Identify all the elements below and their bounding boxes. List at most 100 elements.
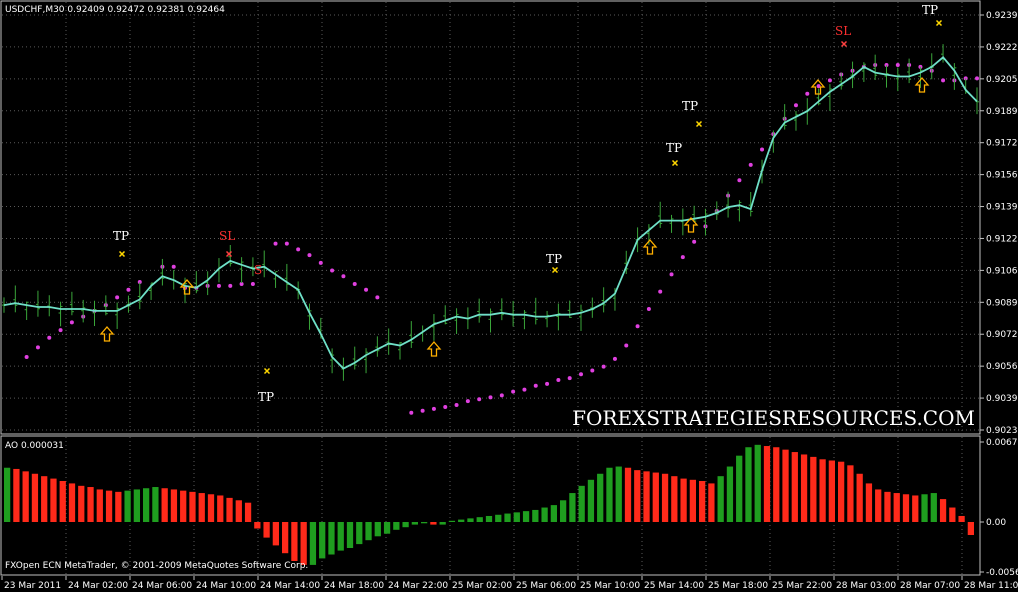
- ao-bar: [550, 505, 557, 522]
- ao-bar: [708, 483, 715, 522]
- tp-label: TP: [546, 252, 562, 266]
- ao-bar: [652, 472, 659, 522]
- sar-dot: [533, 383, 538, 388]
- ao-bar: [680, 478, 687, 522]
- ao-bar: [180, 490, 187, 522]
- sar-dot: [284, 241, 289, 246]
- ao-bar: [50, 478, 57, 522]
- ao-bar: [569, 493, 576, 522]
- ao-tick-label: 0.00676: [986, 438, 1018, 448]
- sar-dot: [330, 268, 335, 273]
- sar-dot: [250, 281, 255, 286]
- ao-bar: [763, 446, 771, 522]
- sar-dot: [454, 403, 459, 408]
- price-tick-label: 0.90890: [986, 298, 1018, 308]
- ao-bar: [272, 522, 279, 546]
- sar-dot: [35, 345, 40, 350]
- tp-label: TP: [258, 390, 274, 404]
- ao-bar: [198, 493, 205, 522]
- ao-bar: [541, 507, 548, 522]
- ao-bar: [319, 522, 326, 559]
- ao-bar: [773, 447, 780, 522]
- ao-bar: [402, 522, 409, 528]
- ao-bar: [143, 488, 150, 522]
- ao-bar: [170, 489, 178, 522]
- ao-bar: [717, 476, 724, 522]
- sar-dot: [115, 295, 120, 300]
- ao-bar: [421, 522, 428, 524]
- time-tick-label: 23 Mar 2011: [4, 581, 61, 591]
- ao-bar: [476, 517, 483, 522]
- sar-dot: [216, 283, 221, 288]
- sar-dot: [793, 103, 798, 108]
- ao-bar: [115, 491, 122, 522]
- sar-dot: [511, 389, 516, 394]
- ao-bar: [87, 487, 94, 522]
- ao-bar: [41, 476, 48, 522]
- sar-dot: [895, 62, 900, 67]
- ao-bar: [161, 488, 168, 522]
- time-tick-label: 25 Mar 10:00: [580, 581, 640, 591]
- sar-dot: [47, 335, 52, 340]
- ao-bar: [254, 522, 261, 529]
- ao-bar: [439, 522, 446, 525]
- sar-dot: [624, 343, 629, 348]
- ao-bar: [374, 522, 381, 537]
- ao-bar: [365, 522, 372, 541]
- ao-bar: [458, 519, 465, 522]
- sl-label: SL: [219, 229, 235, 243]
- ao-bar: [597, 473, 604, 522]
- price-tick-label: 0.91560: [986, 171, 1018, 181]
- ao-bar: [448, 520, 456, 522]
- ao-bar: [430, 522, 437, 525]
- ao-bar: [4, 467, 11, 522]
- ao-bar: [791, 452, 798, 522]
- sar-dot: [646, 306, 651, 311]
- price-tick-label: 0.91390: [986, 203, 1018, 213]
- ao-bar: [152, 487, 159, 522]
- ao-bar: [838, 461, 845, 522]
- footer-copyright: FXOpen ECN MetaTrader, © 2001-2009 MetaQ…: [5, 561, 308, 571]
- time-tick-label: 24 Mar 02:00: [68, 581, 128, 591]
- ao-bar: [244, 502, 252, 522]
- sar-dot: [364, 287, 369, 292]
- sar-dot: [228, 283, 233, 288]
- sar-dot: [499, 393, 504, 398]
- ao-bar: [810, 456, 817, 522]
- sar-dot: [760, 147, 765, 152]
- tp-label: TP: [113, 229, 129, 243]
- price-tick-label: 0.91225: [986, 234, 1018, 244]
- ao-bar: [828, 460, 835, 522]
- ao-bar: [912, 495, 919, 522]
- trading-chart: TP TP TP TP TP TP SL SL S USDCHF,M30 0.92409 0.9…: [0, 0, 1018, 592]
- ao-tick-label: -0.00565: [986, 568, 1018, 578]
- sar-dot: [375, 295, 380, 300]
- ao-bar: [726, 466, 734, 522]
- sar-dot: [24, 354, 29, 359]
- price-tick-label: 0.92390: [986, 11, 1018, 21]
- ao-bar: [902, 494, 910, 522]
- sar-dot: [635, 324, 640, 329]
- ao-tick-label: 0.00: [986, 518, 1006, 528]
- ao-bar: [699, 481, 706, 522]
- price-tick-label: 0.91890: [986, 107, 1018, 117]
- ao-bar: [300, 522, 307, 565]
- ao-bar: [522, 511, 530, 522]
- time-tick-label: 24 Mar 22:00: [388, 581, 448, 591]
- ao-bar: [560, 500, 567, 522]
- ao-bar: [754, 444, 761, 522]
- ao-bar: [865, 483, 873, 522]
- time-tick-label: 24 Mar 06:00: [132, 581, 192, 591]
- ao-bar: [105, 490, 113, 522]
- sl-label: S: [254, 263, 262, 277]
- ao-bar: [875, 489, 882, 522]
- ao-bar: [356, 522, 363, 545]
- time-tick-label: 25 Mar 18:00: [708, 581, 768, 591]
- sar-dot: [680, 255, 685, 260]
- sar-dot: [827, 78, 832, 83]
- ao-bar: [800, 454, 808, 522]
- sar-dot: [658, 289, 663, 294]
- sar-dot: [443, 404, 448, 409]
- price-tick-label: 0.90390: [986, 394, 1018, 404]
- symbol-info: USDCHF,M30 0.92409 0.92472 0.92381 0.924…: [5, 5, 225, 15]
